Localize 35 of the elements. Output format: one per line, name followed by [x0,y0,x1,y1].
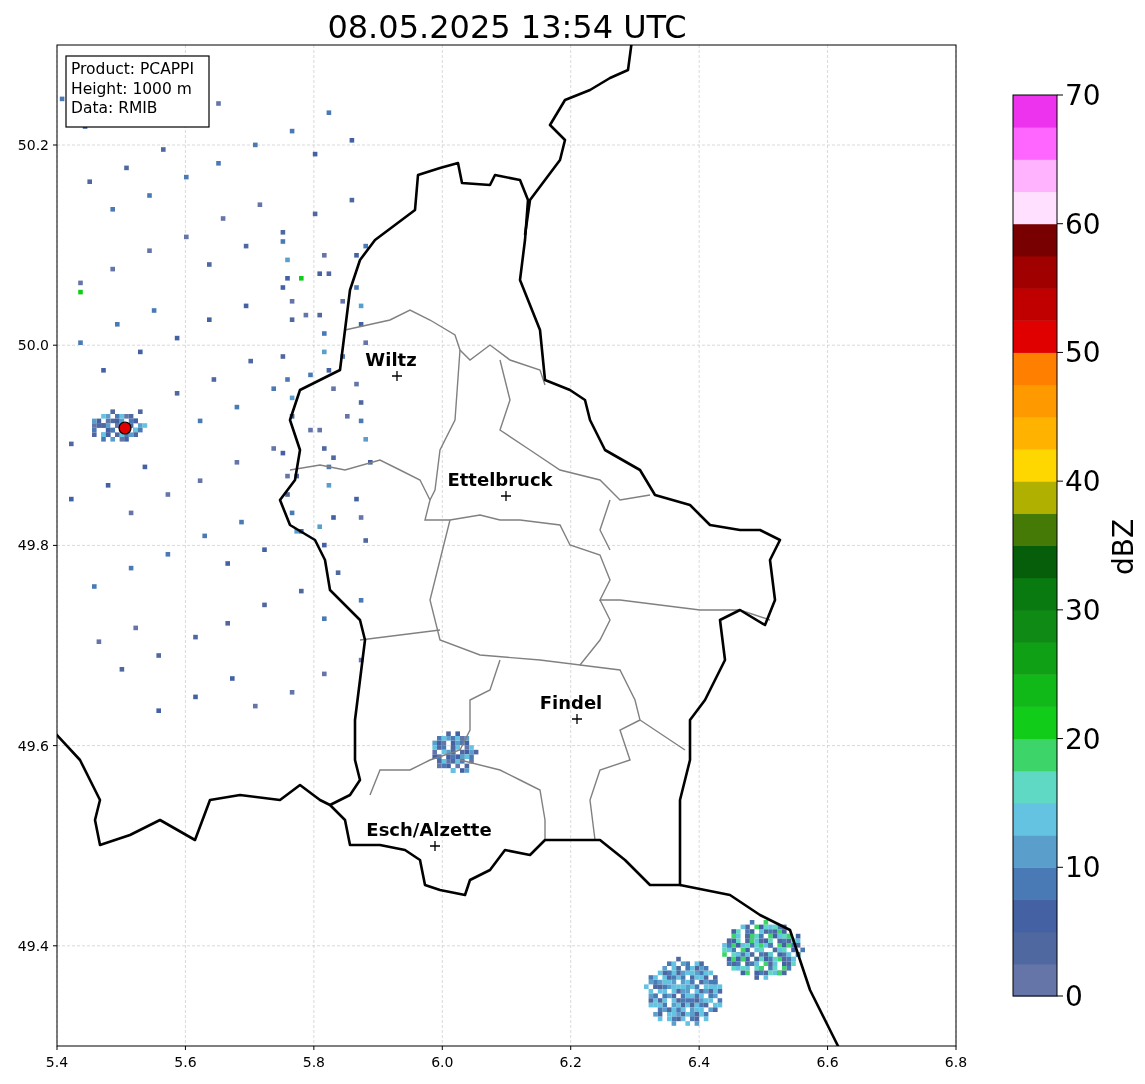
place-label: Esch/Alzette [366,819,492,840]
colorbar-tick-label: 20 [1065,722,1101,756]
y-tick-label: 50.2 [17,137,49,153]
x-tick-label: 6.2 [559,1054,582,1070]
colorbar-tick-label: 50 [1065,336,1101,370]
place-marker-icon [571,713,583,725]
colorbar-tick-label: 0 [1065,980,1083,1013]
place-label: Findel [539,692,603,713]
info-text: Product: PCAPPI [71,60,195,78]
x-tick-label: 5.6 [174,1054,197,1070]
x-tick-label: 5.8 [302,1054,325,1070]
x-tick-label: 6.8 [944,1054,968,1070]
x-tick-label: 6.4 [688,1054,711,1070]
colorbar-tick-label: 40 [1065,465,1101,499]
x-tick-label: 6.6 [816,1054,839,1070]
info-text: Height: 1000 m [71,79,192,98]
radar-site-icon [118,421,132,435]
colorbar-tick-label: 30 [1065,593,1101,627]
y-tick-label: 49.4 [17,937,49,954]
place-marker-icon [391,370,403,382]
place-marker-icon [500,490,512,502]
colorbar-tick-label: 70 [1065,79,1101,112]
info-text: Data: RMIB [71,99,158,117]
colorbar-label: dBZ [1107,518,1140,576]
place-label: Wiltz [365,349,417,370]
x-tick-label: 5.4 [45,1054,69,1070]
colorbar-tick-label: 10 [1065,851,1101,885]
colorbar-tick-label: 60 [1065,207,1101,241]
place-marker-icon [429,840,441,852]
chart-title: 08.05.2025 13:54 UTC [327,8,687,46]
place-label: Ettelbruck [447,469,553,490]
y-tick-label: 49.8 [17,537,49,554]
x-tick-label: 6.0 [431,1054,454,1070]
y-tick-label: 50.0 [17,337,49,354]
y-tick-label: 49.6 [17,737,49,754]
